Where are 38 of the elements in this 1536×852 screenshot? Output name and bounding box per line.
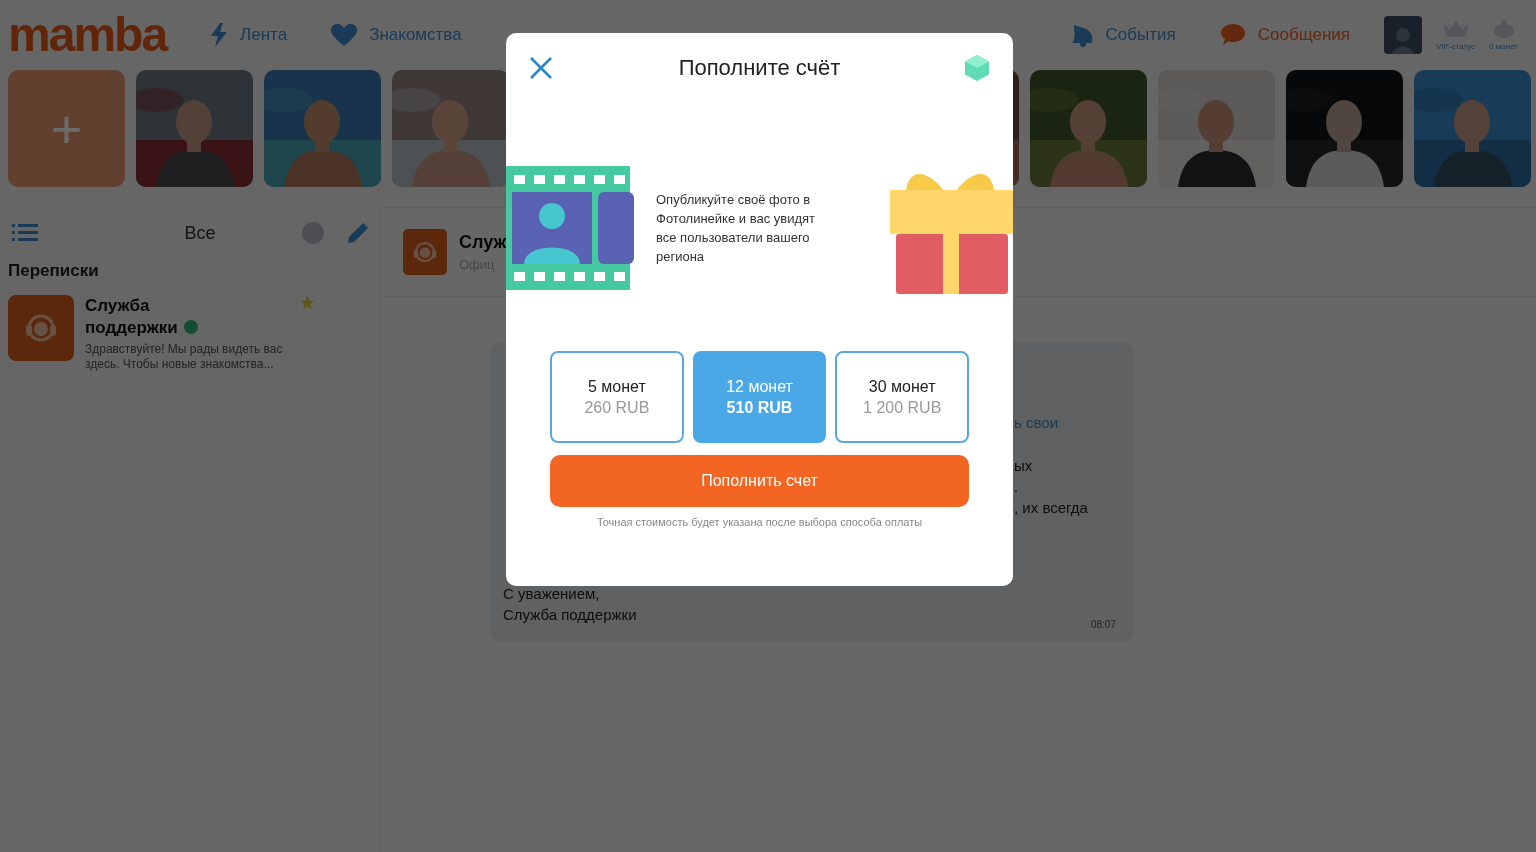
bell-icon xyxy=(1071,23,1094,47)
nav-link[interactable]: События xyxy=(1071,23,1176,47)
nav-link[interactable]: Лента xyxy=(210,23,288,47)
dialog-title: Пополните счёт xyxy=(677,55,842,81)
coin-package[interactable]: 30 монет 1 200 RUB xyxy=(835,351,969,443)
close-button[interactable] xyxy=(528,55,554,81)
chat-item[interactable]: Служба поддержки Здравствуйте! Мы рады видеть вас здесь. Чтобы новые знакомства... xyxy=(8,295,372,372)
nav-link[interactable]: Сообщения xyxy=(1219,23,1351,47)
message-text: С уважением, xyxy=(503,584,600,604)
user-icon xyxy=(1392,26,1415,54)
message-text: Служба поддержки xyxy=(503,605,637,625)
message-link[interactable]: ь свои xyxy=(1014,412,1122,433)
gem-icon xyxy=(965,55,989,81)
promo-text: Опубликуйте своё фото в Фотолинейке и вас увидят все пользователи вашего региона xyxy=(656,191,816,266)
top-up-button[interactable]: Пополнить счет xyxy=(550,455,969,507)
coin-package[interactable]: 12 монет 510 RUB xyxy=(692,351,827,443)
status-dot[interactable] xyxy=(302,222,324,244)
vip-link[interactable]: VIP-статус xyxy=(1436,19,1476,51)
list-icon[interactable] xyxy=(12,224,38,242)
avatar[interactable] xyxy=(1384,16,1423,54)
message-preview: Здравствуйте! Мы рады видеть вас здесь. Чтобы новые знакомства... xyxy=(85,342,284,372)
filter-label[interactable]: Все xyxy=(98,222,302,244)
message-text: , их всегда xyxy=(1014,498,1089,518)
add-photo-button[interactable]: + xyxy=(8,70,125,187)
nav-link[interactable]: Знакомства xyxy=(331,24,462,46)
coin-package[interactable]: 5 монет 260 RUB xyxy=(550,351,684,443)
pencil-icon[interactable] xyxy=(348,223,368,243)
lightning-icon xyxy=(210,23,229,47)
logo[interactable]: mamba xyxy=(8,11,167,59)
speech-bubble-icon xyxy=(1219,23,1246,47)
chat-name: Служба поддержки xyxy=(85,296,178,337)
message-text: ых xyxy=(1014,456,1034,476)
heart-icon xyxy=(331,24,358,46)
message-text: . xyxy=(1014,477,1020,497)
section-title: Переписки xyxy=(8,261,100,281)
price-note: Точная стоимость будет указана после выбора способа оплаты xyxy=(595,516,924,528)
message-time: 08:07 xyxy=(1090,619,1116,630)
chat-title: Служ xyxy=(459,232,507,253)
